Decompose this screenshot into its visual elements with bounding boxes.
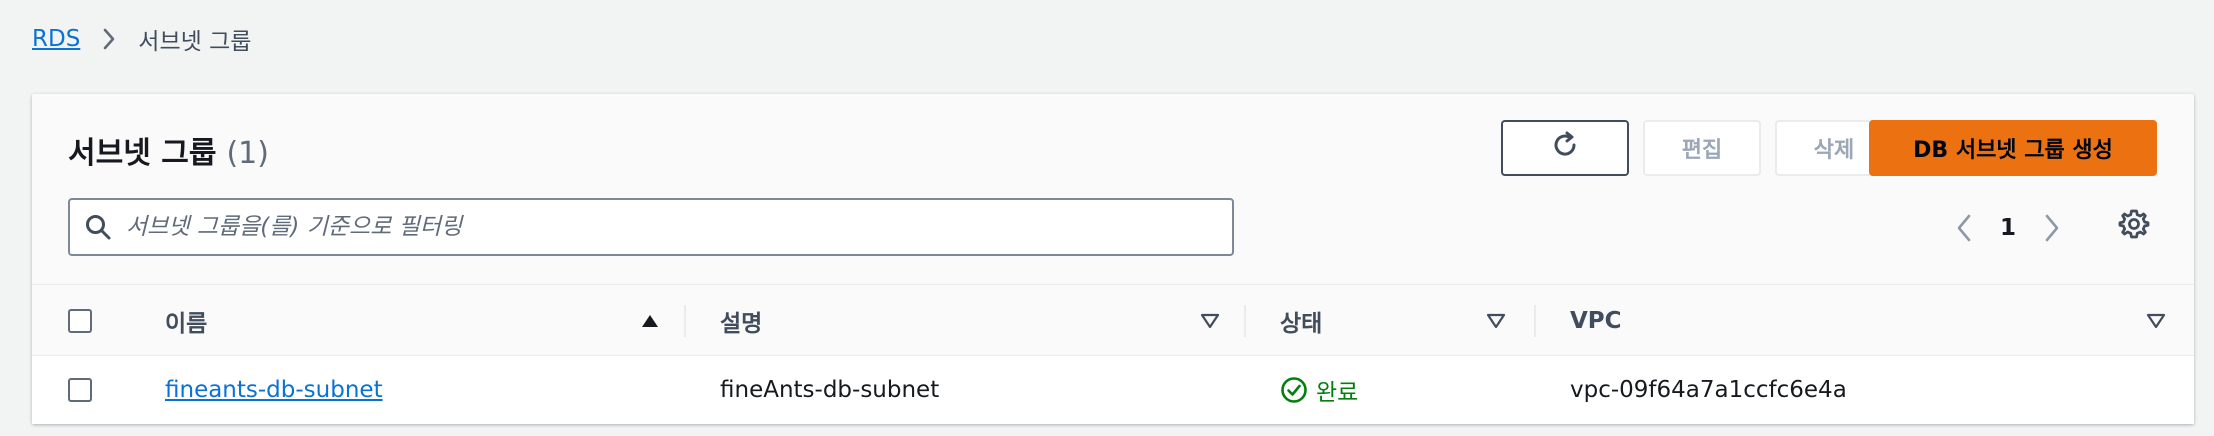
sort-icon[interactable] — [1486, 285, 1506, 357]
column-header-status[interactable]: 상태 — [1280, 285, 1322, 357]
breadcrumb-rds-link[interactable]: RDS — [32, 26, 80, 52]
pagination: 1 — [1944, 206, 2072, 250]
refresh-icon — [1550, 130, 1580, 166]
breadcrumb-current: 서브넷 그룹 — [138, 29, 252, 55]
cell-description: fineAnts-db-subnet — [720, 377, 940, 403]
cell-name: fineants-db-subnet — [165, 356, 383, 424]
column-header-vpc[interactable]: VPC — [1570, 285, 1622, 357]
select-all-checkbox[interactable] — [68, 309, 92, 333]
subnet-groups-panel: 서브넷 그룹 (1) 편집 삭제 DB 서브넷 그룹 생성 서브넷 그룹을(를)… — [32, 94, 2194, 424]
search-icon — [84, 213, 112, 241]
gear-icon[interactable] — [2118, 208, 2150, 240]
filter-input[interactable] — [126, 214, 1206, 240]
panel-title-text: 서브넷 그룹 — [68, 136, 217, 171]
status-badge: 완료 — [1280, 373, 1358, 407]
cell-vpc: vpc-09f64a7a1ccfc6e4a — [1570, 377, 1847, 403]
panel-header: 서브넷 그룹 (1) 편집 삭제 DB 서브넷 그룹 생성 서브넷 그룹을(를)… — [32, 94, 2194, 284]
column-header-description[interactable]: 설명 — [720, 285, 762, 357]
chevron-right-icon — [102, 28, 116, 50]
table-row[interactable]: fineants-db-subnet fineAnts-db-subnet 완료… — [32, 356, 2194, 424]
row-select-checkbox[interactable] — [68, 378, 92, 402]
column-header-name[interactable]: 이름 — [165, 285, 207, 357]
column-vpc-label: VPC — [1570, 308, 1622, 334]
item-count: (1) — [226, 136, 269, 171]
sort-icon[interactable] — [2146, 285, 2166, 357]
column-divider[interactable] — [1534, 305, 1536, 337]
column-divider[interactable] — [684, 305, 686, 337]
page-title: 서브넷 그룹 (1) — [68, 128, 269, 172]
chevron-right-icon[interactable] — [2032, 213, 2072, 243]
cell-status: 완료 — [1280, 356, 1358, 424]
current-page[interactable]: 1 — [1984, 215, 2032, 241]
chevron-left-icon[interactable] — [1944, 213, 1984, 243]
subnet-group-link[interactable]: fineants-db-subnet — [165, 377, 383, 403]
column-name-label: 이름 — [165, 311, 208, 337]
column-status-label: 상태 — [1280, 311, 1323, 337]
column-divider[interactable] — [1244, 305, 1246, 337]
refresh-button[interactable] — [1501, 120, 1629, 176]
create-db-subnet-group-button[interactable]: DB 서브넷 그룹 생성 — [1869, 120, 2157, 176]
breadcrumb: RDS 서브넷 그룹 — [32, 22, 251, 56]
edit-button[interactable]: 편집 — [1643, 120, 1761, 176]
sort-icon[interactable] — [1200, 285, 1220, 357]
sort-ascending-icon[interactable] — [640, 285, 660, 357]
status-text: 완료 — [1316, 380, 1359, 406]
column-description-label: 설명 — [720, 311, 763, 337]
success-check-icon — [1280, 376, 1308, 404]
table-header: 이름 설명 상태 VPC — [32, 284, 2194, 356]
filter-search — [68, 198, 1234, 256]
